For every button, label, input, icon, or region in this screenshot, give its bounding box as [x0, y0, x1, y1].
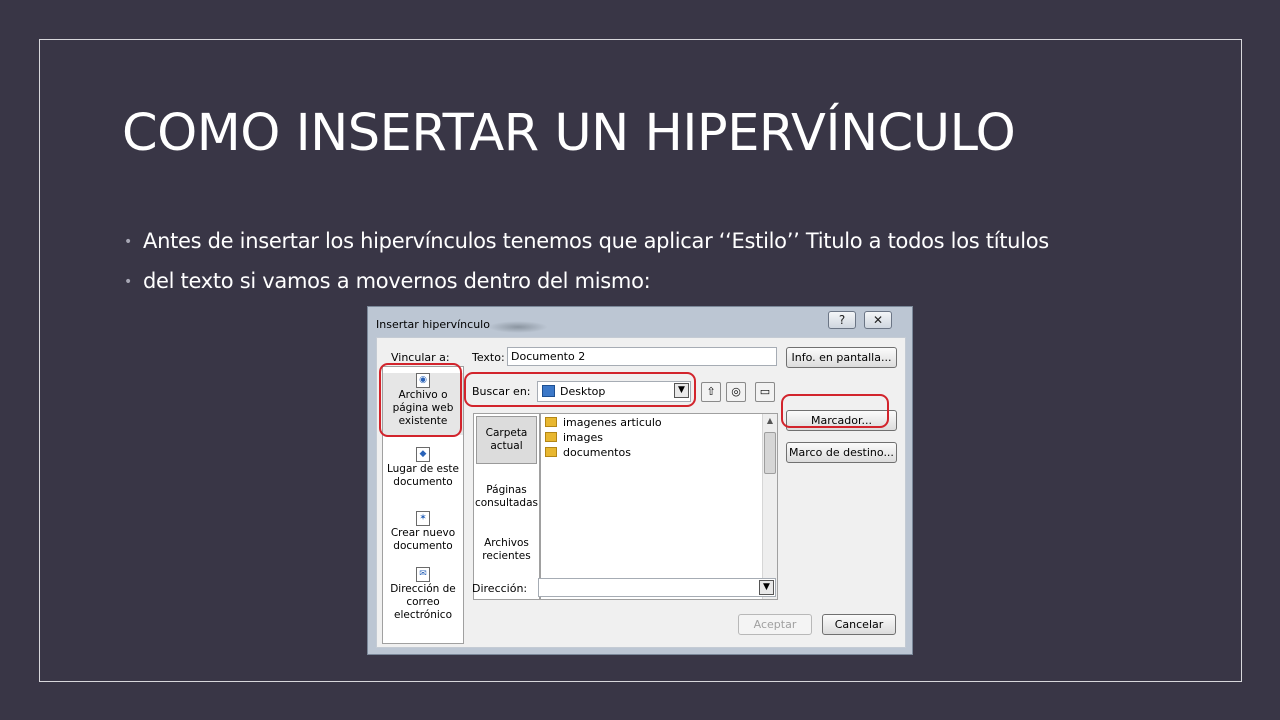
globe-file-icon: ◉: [416, 373, 430, 388]
file-list: imagenes articulo images documentos ▲ ▼: [540, 413, 778, 600]
close-button[interactable]: ✕: [864, 311, 892, 329]
marcador-button[interactable]: Marcador...: [786, 410, 897, 431]
list-item[interactable]: imagenes articulo: [545, 416, 662, 429]
title-smudge: [488, 321, 548, 333]
email-icon: ✉: [416, 567, 430, 582]
list-item[interactable]: documentos: [545, 446, 631, 459]
chevron-down-icon[interactable]: ▼: [759, 580, 774, 595]
document-place-icon: ◆: [416, 447, 430, 462]
direccion-input[interactable]: ▼: [538, 578, 776, 597]
chevron-down-icon[interactable]: ▼: [674, 383, 689, 398]
buscar-select[interactable]: Desktop ▼: [537, 381, 691, 402]
location-recent-files[interactable]: Archivos recientes: [474, 537, 539, 563]
link-type-new-document[interactable]: ✶ Crear nuevo documento: [383, 511, 463, 553]
texto-label: Texto:: [472, 351, 505, 364]
info-en-pantalla-button[interactable]: Info. en pantalla...: [786, 347, 897, 368]
texto-input[interactable]: Documento 2: [507, 347, 777, 366]
bullet-2: del texto si vamos a movernos dentro del…: [124, 269, 651, 293]
help-button[interactable]: ?: [828, 311, 856, 329]
dialog-title: Insertar hipervínculo: [376, 318, 490, 331]
link-type-panel: ◉ Archivo o página web existente ◆ Lugar…: [382, 366, 464, 644]
slide-title: COMO INSERTAR UN HIPERVÍNCULO: [122, 104, 1016, 163]
folder-icon: [545, 447, 557, 457]
aceptar-button[interactable]: Aceptar: [738, 614, 812, 635]
scroll-up-icon[interactable]: ▲: [763, 416, 777, 425]
vertical-scrollbar[interactable]: ▲ ▼: [762, 414, 777, 599]
desktop-icon: [542, 385, 555, 397]
dialog-client: Vincular a: ◉ Archivo o página web exist…: [376, 337, 906, 648]
open-folder-icon[interactable]: ▭: [755, 382, 775, 402]
folder-icon: [545, 432, 557, 442]
location-current-folder[interactable]: Carpeta actual: [476, 416, 537, 464]
link-type-existing-file[interactable]: ◉ Archivo o página web existente: [383, 373, 463, 435]
buscar-label: Buscar en:: [472, 385, 531, 398]
link-type-this-document[interactable]: ◆ Lugar de este documento: [383, 447, 463, 489]
insert-hyperlink-dialog: Insertar hipervínculo ? ✕ Vincular a: ◉ …: [367, 306, 913, 655]
cancelar-button[interactable]: Cancelar: [822, 614, 896, 635]
location-browsed-pages[interactable]: Páginas consultadas: [474, 484, 539, 510]
new-document-icon: ✶: [416, 511, 430, 526]
folder-icon: [545, 417, 557, 427]
list-item[interactable]: images: [545, 431, 603, 444]
vincular-label: Vincular a:: [391, 351, 450, 364]
marco-destino-button[interactable]: Marco de destino...: [786, 442, 897, 463]
scroll-thumb[interactable]: [764, 432, 776, 474]
link-type-email[interactable]: ✉ Dirección de correo electrónico: [383, 567, 463, 622]
direccion-label: Dirección:: [472, 582, 528, 595]
bullet-1: Antes de insertar los hipervínculos tene…: [124, 229, 1049, 253]
web-search-icon[interactable]: ◎: [726, 382, 746, 402]
up-folder-icon[interactable]: ⇧: [701, 382, 721, 402]
locations-panel: Carpeta actual Páginas consultadas Archi…: [473, 413, 540, 600]
